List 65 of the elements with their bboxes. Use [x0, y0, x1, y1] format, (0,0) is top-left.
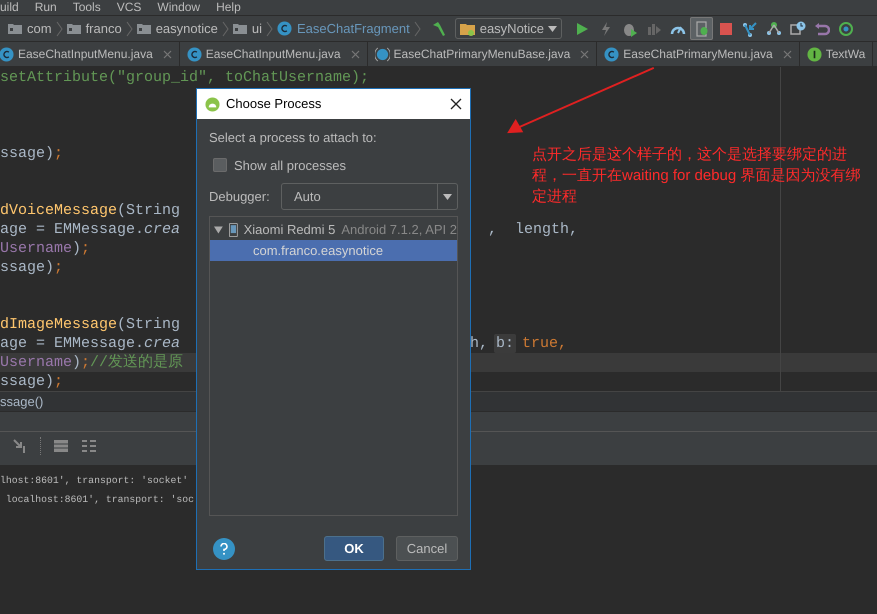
process-row[interactable]: com.franco.easynotice	[210, 240, 457, 261]
console-line: lhost:8601', transport: 'socket'	[0, 474, 190, 488]
menu-item[interactable]: Tools	[72, 0, 101, 15]
help-button[interactable]	[213, 538, 235, 560]
vcs-commit-icon	[766, 20, 782, 36]
breadcrumb-item[interactable]: ui	[232, 18, 262, 38]
breadcrumb-item[interactable]: EaseChatFragment	[276, 18, 410, 38]
list-settings-icon[interactable]	[81, 438, 97, 452]
breadcrumb-item[interactable]: franco	[66, 18, 122, 38]
breadcrumb-item[interactable]: com	[8, 18, 52, 38]
help-icon	[220, 542, 228, 554]
abstract-class-icon	[374, 46, 390, 62]
dialog-title: Choose Process	[226, 95, 322, 114]
editor-tab[interactable]: EaseChatInputMenu.java	[180, 42, 368, 66]
class-icon	[0, 46, 14, 62]
chevron-icon	[56, 20, 63, 36]
vcs-update-icon	[742, 20, 758, 36]
method-breadcrumb[interactable]: ssage()	[0, 392, 44, 412]
phone-bug-icon	[694, 20, 710, 36]
chevron-icon	[414, 20, 421, 36]
chevron-icon	[126, 20, 133, 36]
hammer-icon[interactable]	[430, 20, 447, 36]
expanded-triangle-icon[interactable]	[214, 225, 223, 235]
show-all-checkbox[interactable]	[213, 158, 227, 172]
undo-icon	[814, 20, 830, 36]
android-folder-icon	[460, 22, 476, 36]
editor-tab[interactable]: EaseChatInputMenu.java	[0, 42, 180, 66]
stop-icon	[718, 20, 734, 36]
menu-item[interactable]: Help	[216, 0, 241, 15]
toolbar-button[interactable]	[690, 17, 714, 40]
cancel-button[interactable]: Cancel	[396, 536, 458, 561]
show-all-label: Show all processes	[234, 156, 346, 175]
table-icon[interactable]	[53, 438, 69, 452]
folder-icon	[232, 23, 247, 34]
step-out-icon[interactable]	[12, 438, 28, 454]
close-icon[interactable]	[450, 98, 462, 110]
chevron-icon	[266, 20, 273, 36]
menu-item[interactable]: uild	[0, 0, 19, 15]
android-icon	[205, 96, 220, 112]
console-line: localhost:8601', transport: 'soc	[4, 493, 196, 507]
editor-tab[interactable]: EaseChatPrimaryMenu.java	[597, 42, 800, 66]
class-icon	[186, 46, 202, 62]
prompt-label: Select a process to attach to:	[209, 129, 378, 147]
phone-icon	[228, 222, 238, 238]
dropdown-arrow-icon	[548, 26, 558, 32]
debugger-dropdown[interactable]: Auto	[281, 183, 458, 210]
editor-tab[interactable]: EaseChatPrimaryMenuBase.java	[368, 42, 598, 66]
folder-icon	[136, 23, 151, 34]
breadcrumb-item[interactable]: easynotice	[136, 18, 218, 38]
ok-button[interactable]: OK	[324, 536, 384, 561]
device-row[interactable]: Xiaomi Redmi 5 Android 7.1.2, API 2	[210, 220, 457, 240]
sync-icon	[838, 20, 854, 36]
menu-item[interactable]: Window	[157, 0, 200, 15]
class-icon	[604, 46, 620, 62]
editor-tab[interactable]: TextWa	[800, 42, 874, 66]
menu-item[interactable]: VCS	[116, 0, 142, 15]
chevron-icon	[222, 20, 229, 36]
class-icon	[276, 21, 292, 36]
menu-item[interactable]: Run	[34, 0, 57, 15]
folder-icon	[8, 23, 22, 34]
dropdown-arrow-icon	[443, 194, 452, 200]
run-config-dropdown[interactable]: easyNotice	[454, 18, 562, 39]
folder-icon	[66, 23, 81, 34]
history-icon	[790, 20, 806, 36]
interface-icon	[806, 46, 822, 62]
